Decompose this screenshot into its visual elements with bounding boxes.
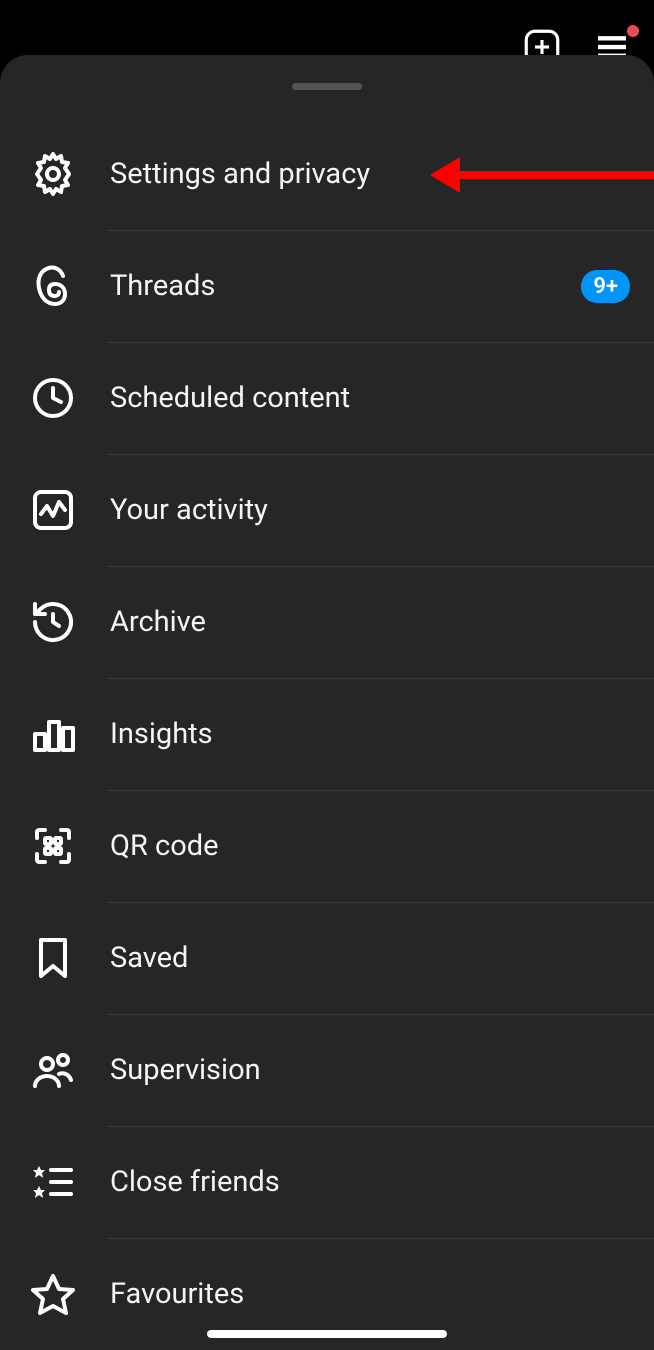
history-icon [26, 595, 80, 649]
home-indicator [207, 1330, 447, 1338]
star-list-icon [26, 1155, 80, 1209]
bookmark-icon [26, 931, 80, 985]
menu-item-archive[interactable]: Archive [0, 566, 654, 678]
menu-label: Threads [110, 269, 581, 303]
threads-badge: 9+ [581, 270, 630, 303]
menu-label: Scheduled content [110, 381, 630, 415]
activity-icon [26, 483, 80, 537]
qr-code-icon [26, 819, 80, 873]
menu-label: Close friends [110, 1165, 630, 1199]
menu-list: Settings and privacy Threads 9+ Schedule… [0, 118, 654, 1350]
menu-label: QR code [110, 829, 630, 863]
menu-label: Archive [110, 605, 630, 639]
menu-label: Supervision [110, 1053, 630, 1087]
options-sheet: Settings and privacy Threads 9+ Schedule… [0, 55, 654, 1350]
menu-item-activity[interactable]: Your activity [0, 454, 654, 566]
notification-dot [627, 25, 639, 37]
threads-icon [26, 259, 80, 313]
people-icon [26, 1043, 80, 1097]
menu-item-insights[interactable]: Insights [0, 678, 654, 790]
bar-chart-icon [26, 707, 80, 761]
menu-item-close-friends[interactable]: Close friends [0, 1126, 654, 1238]
menu-item-supervision[interactable]: Supervision [0, 1014, 654, 1126]
star-icon [26, 1267, 80, 1321]
menu-item-qr[interactable]: QR code [0, 790, 654, 902]
menu-item-saved[interactable]: Saved [0, 902, 654, 1014]
sheet-grabber[interactable] [292, 83, 362, 90]
menu-item-threads[interactable]: Threads 9+ [0, 230, 654, 342]
menu-label: Insights [110, 717, 630, 751]
menu-label: Saved [110, 941, 630, 975]
menu-item-scheduled[interactable]: Scheduled content [0, 342, 654, 454]
menu-label: Favourites [110, 1277, 630, 1311]
menu-label: Your activity [110, 493, 630, 527]
gear-icon [26, 147, 80, 201]
annotation-arrow [430, 170, 654, 180]
clock-icon [26, 371, 80, 425]
